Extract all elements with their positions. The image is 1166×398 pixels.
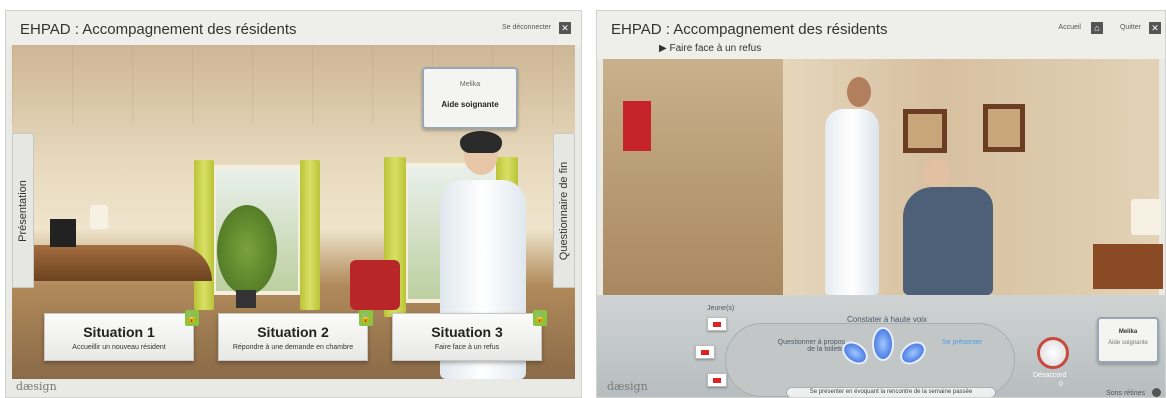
red-sign — [623, 101, 651, 151]
daesign-logo: dæsign — [16, 380, 57, 393]
situation-title: Situation 3 — [431, 324, 503, 340]
unlocked-icon: 🔓 — [185, 310, 199, 326]
left-header: EHPAD : Accompagnement des résidents Se … — [6, 11, 581, 47]
unlocked-icon: 🔓 — [533, 310, 547, 326]
nurse-head — [847, 77, 871, 107]
armchair — [350, 260, 400, 310]
situation-title: Situation 2 — [257, 324, 329, 340]
plant-pot — [236, 290, 256, 308]
unlocked-icon: 🔓 — [359, 310, 373, 326]
choice-right[interactable]: Se présenter — [942, 339, 982, 346]
play-arrow-icon: ▶ — [659, 43, 667, 54]
room-scene — [603, 59, 1163, 295]
sound-label: Sons rétines — [1106, 390, 1145, 397]
situation-subtitle: Accueillir un nouveau résident — [72, 344, 166, 351]
gauge-value: 0 — [1059, 381, 1063, 388]
character-badge: Melika Aide soignante — [1097, 317, 1159, 363]
situation-3-button[interactable]: Situation 3 Faire face à un refus 🔓 — [392, 310, 547, 361]
daesign-logo: dæsign — [607, 380, 648, 393]
disagreement-gauge — [1037, 337, 1069, 369]
choice-bottom[interactable]: Se présenter en évoquant la rencontre de… — [786, 387, 996, 397]
options-label: Jeune(s) — [707, 305, 735, 312]
computer-monitor — [50, 219, 76, 247]
reception-desk — [22, 245, 212, 281]
right-screen: EHPAD : Accompagnement des résidents ▶ F… — [596, 10, 1166, 398]
option-card[interactable] — [695, 345, 715, 359]
bedside-table — [1093, 244, 1163, 289]
presentation-tab[interactable]: Présentation — [12, 133, 34, 288]
picture-frame — [903, 109, 947, 153]
badge-role: Aide soignante — [1108, 340, 1148, 346]
situation-title: Situation 1 — [83, 324, 155, 340]
logout-link[interactable]: Se déconnecter — [502, 24, 551, 31]
situation-2-button[interactable]: Situation 2 Répondre à une demande en ch… — [218, 310, 373, 361]
choice-left[interactable]: Questionner à propos de la toilette — [775, 339, 845, 353]
curtain — [300, 160, 320, 310]
badge-name: Melika — [1118, 329, 1138, 335]
choice-top[interactable]: Constater à haute voix — [847, 315, 927, 324]
doorway — [603, 59, 783, 295]
close-icon[interactable]: ✕ — [1149, 22, 1161, 34]
final-questionnaire-tab[interactable]: Questionnaire de fin — [553, 133, 575, 288]
breadcrumb: ▶ Faire face à un refus — [659, 43, 762, 54]
badge-name: Melika — [459, 81, 481, 88]
picture-frame — [983, 104, 1025, 152]
quit-link[interactable]: Quitter — [1120, 24, 1141, 31]
left-app-title: EHPAD : Accompagnement des résidents — [20, 21, 297, 38]
badge-role: Aide soignante — [441, 100, 499, 109]
character-badge: Melika Aide soignante — [422, 67, 518, 129]
situation-subtitle: Répondre à une demande en chambre — [232, 344, 354, 351]
option-card[interactable] — [707, 317, 727, 331]
curtain — [194, 160, 214, 310]
resident-head — [923, 159, 951, 189]
right-header: EHPAD : Accompagnement des résidents ▶ F… — [597, 11, 1165, 59]
situation-1-button[interactable]: Situation 1 Accueillir un nouveau réside… — [44, 310, 199, 361]
nurse-body — [825, 109, 879, 295]
dialogue-controls: Jeune(s) Constater à haute voix Question… — [597, 295, 1165, 397]
close-icon[interactable]: ✕ — [559, 22, 571, 34]
lamp — [90, 205, 108, 229]
gauge-label: Désaccord — [1033, 372, 1067, 379]
left-screen: EHPAD : Accompagnement des résidents Se … — [5, 10, 582, 398]
situation-subtitle: Faire face à un refus — [434, 344, 500, 351]
sound-toggle[interactable] — [1152, 388, 1161, 397]
choice-wheel — [725, 323, 1015, 397]
home-icon[interactable]: ⌂ — [1091, 22, 1103, 34]
resident-body — [903, 187, 993, 295]
right-app-title: EHPAD : Accompagnement des résidents — [611, 21, 888, 38]
home-link[interactable]: Accueil — [1058, 24, 1081, 31]
option-card[interactable] — [707, 373, 727, 387]
lamp — [1131, 199, 1161, 235]
plant — [217, 205, 277, 295]
petal-top[interactable] — [872, 327, 894, 361]
